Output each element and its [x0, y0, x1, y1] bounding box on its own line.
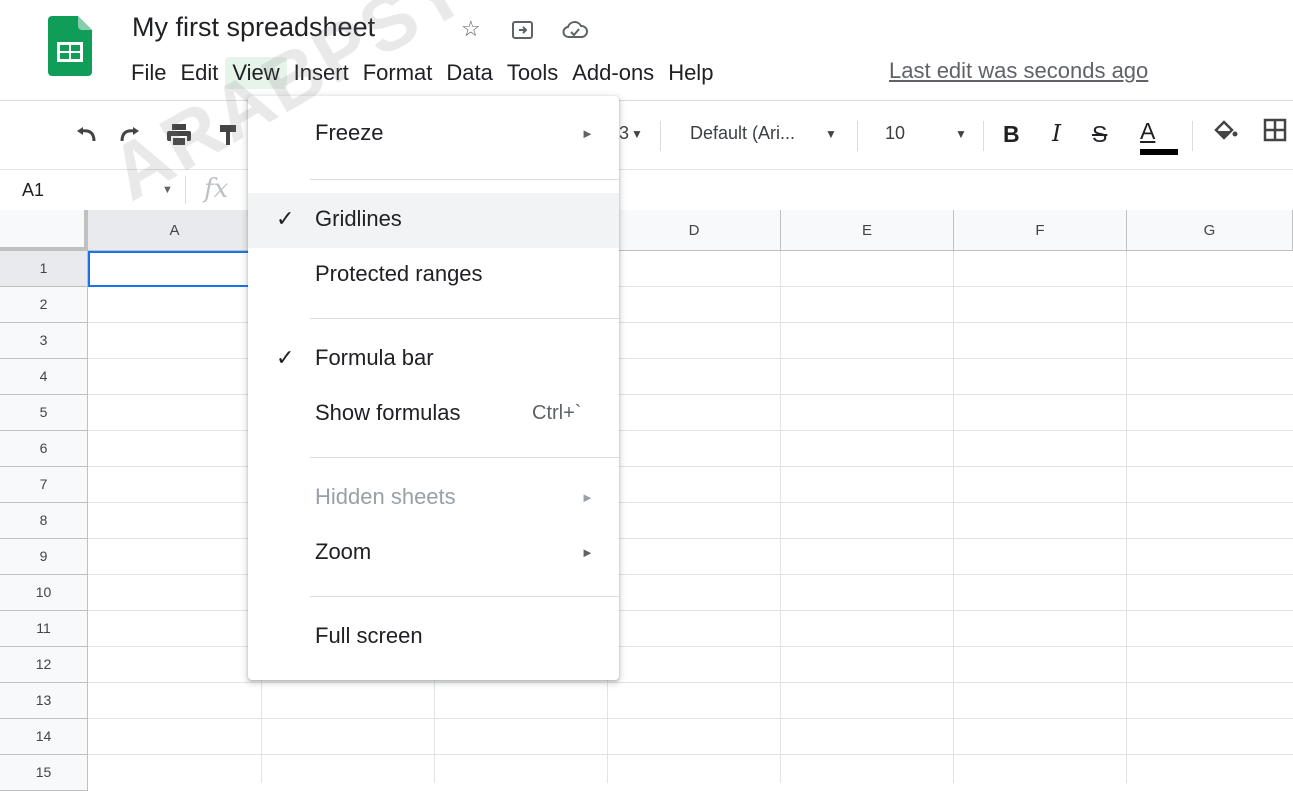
menu-item-label: Freeze	[315, 120, 384, 145]
menu-divider	[310, 457, 619, 458]
document-title[interactable]: My first spreadsheet	[132, 12, 375, 43]
menu-help[interactable]: Help	[661, 57, 720, 89]
row-header[interactable]: 6	[0, 431, 88, 467]
gridline	[1126, 251, 1127, 783]
select-all-corner[interactable]	[0, 210, 88, 251]
undo-icon[interactable]	[72, 125, 98, 145]
row-header[interactable]: 12	[0, 647, 88, 683]
menu-file[interactable]: File	[124, 57, 173, 89]
column-header-f[interactable]: F	[954, 210, 1127, 251]
fx-icon: fx	[204, 174, 229, 204]
gridline	[953, 251, 954, 783]
row-header[interactable]: 7	[0, 467, 88, 503]
row-header[interactable]: 9	[0, 539, 88, 575]
print-icon[interactable]	[166, 123, 192, 147]
menu-data[interactable]: Data	[439, 57, 499, 89]
menu-item-label: Full screen	[315, 623, 423, 648]
text-color-swatch	[1140, 149, 1178, 155]
sheets-logo[interactable]	[48, 16, 92, 76]
gridline	[88, 718, 1293, 719]
formula-bar: A1 ▼ fx	[0, 169, 1293, 211]
menu-view[interactable]: View	[225, 57, 287, 89]
last-edit-link[interactable]: Last edit was seconds ago	[889, 58, 1148, 84]
menu-item-label: Zoom	[315, 539, 372, 564]
view-menu-dropdown: Freeze ► ✓ Gridlines Protected ranges ✓ …	[248, 96, 619, 680]
row-header[interactable]: 1	[0, 251, 88, 287]
gridline	[780, 251, 781, 783]
column-header-d[interactable]: D	[608, 210, 781, 251]
menu-tools[interactable]: Tools	[500, 57, 565, 89]
column-header-e[interactable]: E	[781, 210, 954, 251]
menu-divider	[310, 596, 619, 597]
gridline	[88, 754, 1293, 755]
row-header[interactable]: 15	[0, 755, 88, 791]
redo-icon[interactable]	[118, 125, 144, 145]
toolbar-divider	[660, 121, 661, 151]
toolbar-divider	[857, 121, 858, 151]
menu-item-zoom[interactable]: Zoom ►	[248, 526, 619, 581]
toolbar: 3 ▼ Default (Ari... ▼ 10 ▼ B I S A	[0, 101, 1293, 169]
menu-divider	[310, 318, 619, 319]
name-box[interactable]: A1	[22, 180, 44, 201]
menu-bar: File Edit View Insert Format Data Tools …	[124, 56, 720, 90]
row-header[interactable]: 10	[0, 575, 88, 611]
name-box-caret-icon[interactable]: ▼	[162, 184, 173, 196]
text-color-button[interactable]: A	[1140, 118, 1155, 145]
row-header[interactable]: 4	[0, 359, 88, 395]
strikethrough-button[interactable]: S	[1092, 121, 1107, 148]
row-header[interactable]: 2	[0, 287, 88, 323]
font-family-caret-icon[interactable]: ▼	[825, 127, 837, 141]
number-format-caret-icon[interactable]: ▼	[631, 127, 643, 141]
bold-button[interactable]: B	[1003, 121, 1020, 148]
menu-format[interactable]: Format	[356, 57, 440, 89]
gridline	[88, 682, 1293, 683]
row-header[interactable]: 13	[0, 683, 88, 719]
move-to-folder-icon[interactable]	[512, 20, 534, 40]
menu-add-ons[interactable]: Add-ons	[565, 57, 661, 89]
borders-icon[interactable]	[1263, 118, 1287, 142]
menu-divider	[310, 179, 619, 180]
menu-item-label: Gridlines	[315, 206, 402, 231]
checkmark-icon: ✓	[276, 206, 295, 231]
menu-item-label: Show formulas	[315, 400, 461, 425]
menu-item-label: Formula bar	[315, 345, 434, 370]
font-size-select[interactable]: 10	[885, 123, 905, 144]
menu-item-formula-bar[interactable]: ✓ Formula bar	[248, 332, 619, 387]
row-header[interactable]: 8	[0, 503, 88, 539]
row-header[interactable]: 14	[0, 719, 88, 755]
column-header-g[interactable]: G	[1127, 210, 1293, 251]
fill-color-icon[interactable]	[1213, 119, 1239, 143]
menu-item-label: Hidden sheets	[315, 484, 456, 509]
row-header[interactable]: 3	[0, 323, 88, 359]
menu-item-show-formulas[interactable]: Show formulas Ctrl+`	[248, 387, 619, 442]
menu-insert[interactable]: Insert	[287, 57, 356, 89]
font-size-caret-icon[interactable]: ▼	[955, 127, 967, 141]
menu-edit[interactable]: Edit	[173, 57, 225, 89]
number-format-value[interactable]: 3	[619, 123, 629, 144]
menu-item-label: Protected ranges	[315, 261, 483, 286]
toolbar-divider	[1192, 121, 1193, 151]
active-cell-a1[interactable]	[88, 251, 262, 287]
submenu-arrow-icon: ►	[581, 545, 594, 560]
font-family-select[interactable]: Default (Ari...	[690, 123, 795, 144]
star-icon[interactable]: ☆	[461, 16, 481, 42]
shortcut-label: Ctrl+`	[532, 402, 582, 424]
submenu-arrow-icon: ►	[581, 126, 594, 141]
column-header-a[interactable]: A	[88, 210, 262, 251]
menu-item-protected-ranges[interactable]: Protected ranges	[248, 248, 619, 303]
cloud-saved-icon[interactable]	[562, 20, 588, 40]
checkmark-icon: ✓	[276, 345, 295, 370]
submenu-arrow-icon: ►	[581, 490, 594, 505]
row-header[interactable]: 5	[0, 395, 88, 431]
toolbar-divider	[983, 121, 984, 151]
spreadsheet-grid[interactable]: A B C D E F G 1 2 3 4 5 6 7 8 9 10 11 12…	[0, 210, 1293, 791]
row-header[interactable]: 11	[0, 611, 88, 647]
menu-item-hidden-sheets: Hidden sheets ►	[248, 471, 619, 526]
menu-item-full-screen[interactable]: Full screen	[248, 610, 619, 665]
menu-item-gridlines[interactable]: ✓ Gridlines	[248, 193, 619, 248]
menu-item-freeze[interactable]: Freeze ►	[248, 107, 619, 162]
formula-divider	[185, 176, 186, 204]
italic-button[interactable]: I	[1052, 121, 1061, 147]
paint-format-icon[interactable]	[218, 123, 238, 147]
